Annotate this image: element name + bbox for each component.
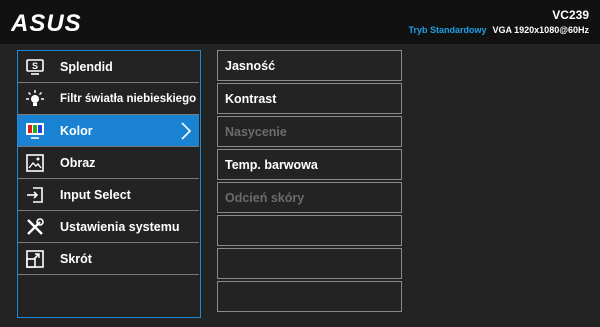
menu-item-shortcut[interactable]: Skrót bbox=[18, 243, 199, 275]
shortcut-icon bbox=[24, 249, 46, 269]
submenu-item-empty bbox=[217, 215, 402, 246]
submenu-item-empty bbox=[217, 248, 402, 279]
submenu-item-skin-tone: Odcień skóry bbox=[217, 182, 402, 213]
bluelight-icon bbox=[24, 89, 46, 109]
svg-text:ASUS: ASUS bbox=[11, 10, 82, 34]
main-menu: S Splendid Filtr światła niebieskiego Ko… bbox=[17, 50, 201, 318]
color-icon bbox=[24, 121, 46, 141]
splendid-mode-label: Tryb Standardowy bbox=[408, 25, 487, 35]
menu-item-label: Obraz bbox=[60, 155, 96, 170]
menu-item-blue-light-filter[interactable]: Filtr światła niebieskiego bbox=[18, 83, 199, 115]
submenu-item-brightness[interactable]: Jasność bbox=[217, 50, 402, 81]
menu-item-system-settings[interactable]: Ustawienia systemu bbox=[18, 211, 199, 243]
osd-header: ASUS VC239 Tryb Standardowy VGA 1920x1080… bbox=[0, 0, 600, 44]
menu-item-label: Splendid bbox=[60, 59, 113, 74]
svg-text:S: S bbox=[32, 61, 38, 71]
splendid-icon: S bbox=[24, 57, 46, 77]
asus-logo: ASUS bbox=[11, 10, 82, 34]
input-select-icon bbox=[24, 185, 46, 205]
menu-item-image[interactable]: Obraz bbox=[18, 147, 199, 179]
submenu-item-empty bbox=[217, 281, 402, 312]
submenu-item-saturation: Nasycenie bbox=[217, 116, 402, 147]
input-signal-label: VGA 1920x1080@60Hz bbox=[492, 25, 589, 35]
image-icon bbox=[24, 153, 46, 173]
system-settings-icon bbox=[24, 217, 46, 237]
menu-item-empty bbox=[18, 275, 199, 307]
monitor-osd: ASUS VC239 Tryb Standardowy VGA 1920x1080… bbox=[0, 0, 600, 327]
menu-item-label: Kolor bbox=[60, 123, 93, 138]
model-name: VC239 bbox=[552, 8, 589, 22]
status-line: Tryb Standardowy VGA 1920x1080@60Hz bbox=[408, 25, 589, 35]
menu-item-splendid[interactable]: S Splendid bbox=[18, 51, 199, 83]
sub-menu: Jasność Kontrast Nasycenie Temp. barwowa… bbox=[217, 50, 403, 318]
menu-item-color[interactable]: Kolor bbox=[18, 115, 199, 147]
menu-item-label: Ustawienia systemu bbox=[60, 219, 180, 234]
chevron-right-icon bbox=[181, 122, 191, 140]
menu-item-label: Input Select bbox=[60, 187, 131, 202]
menu-item-label: Skrót bbox=[60, 251, 92, 266]
menu-item-input-select[interactable]: Input Select bbox=[18, 179, 199, 211]
submenu-item-contrast[interactable]: Kontrast bbox=[217, 83, 402, 114]
submenu-item-color-temperature[interactable]: Temp. barwowa bbox=[217, 149, 402, 180]
menu-item-label: Filtr światła niebieskiego bbox=[60, 92, 197, 105]
